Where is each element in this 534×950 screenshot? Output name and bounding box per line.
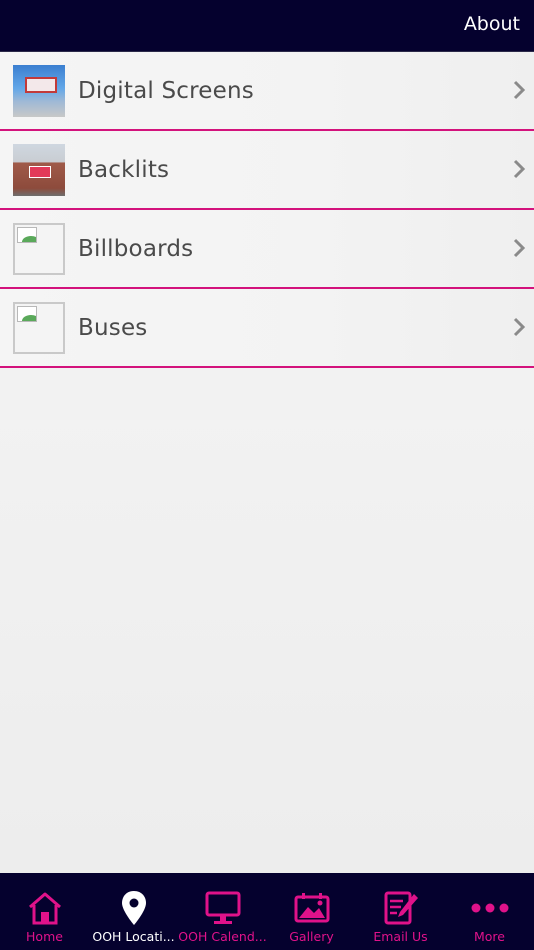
tab-label: Email Us — [373, 929, 428, 944]
backlits-thumbnail — [13, 144, 65, 196]
gallery-icon — [294, 893, 329, 923]
monitor-icon — [205, 891, 240, 924]
chevron-right-icon — [513, 317, 526, 337]
tab-label: Home — [26, 929, 63, 944]
tab-ooh-calendar[interactable]: OOH Calend... — [178, 873, 267, 950]
broken-image-icon — [13, 302, 65, 354]
list-item-backlits[interactable]: Backlits — [0, 131, 534, 210]
category-list: Digital Screens Backlits Billboards Buse… — [0, 52, 534, 368]
list-item-label: Billboards — [78, 236, 194, 262]
chevron-right-icon — [513, 159, 526, 179]
list-item-label: Digital Screens — [78, 78, 254, 104]
tab-ooh-locations[interactable]: OOH Locati... — [89, 873, 178, 950]
list-item-billboards[interactable]: Billboards — [0, 210, 534, 289]
tab-email-us[interactable]: Email Us — [356, 873, 445, 950]
top-bar: About — [0, 0, 534, 52]
list-item-label: Backlits — [78, 157, 170, 183]
chevron-right-icon — [513, 238, 526, 258]
chevron-right-icon — [513, 80, 526, 100]
more-dots-icon — [471, 903, 508, 913]
tab-more[interactable]: More — [445, 873, 534, 950]
location-pin-icon — [121, 891, 146, 925]
tab-label: Gallery — [289, 929, 334, 944]
tab-home[interactable]: Home — [0, 873, 89, 950]
tab-label: OOH Locati... — [92, 929, 175, 944]
list-item-label: Buses — [78, 315, 148, 341]
tab-gallery[interactable]: Gallery — [267, 873, 356, 950]
tab-label: OOH Calend... — [178, 929, 267, 944]
list-item-digital-screens[interactable]: Digital Screens — [0, 52, 534, 131]
edit-note-icon — [384, 891, 418, 925]
broken-image-icon — [13, 223, 65, 275]
digital-screens-thumbnail — [13, 65, 65, 117]
home-icon — [28, 892, 61, 925]
list-item-buses[interactable]: Buses — [0, 289, 534, 368]
tab-label: More — [474, 929, 505, 944]
about-button[interactable]: About — [464, 13, 520, 35]
bottom-tab-bar: Home OOH Locati... OOH Calend... Gallery — [0, 873, 534, 950]
